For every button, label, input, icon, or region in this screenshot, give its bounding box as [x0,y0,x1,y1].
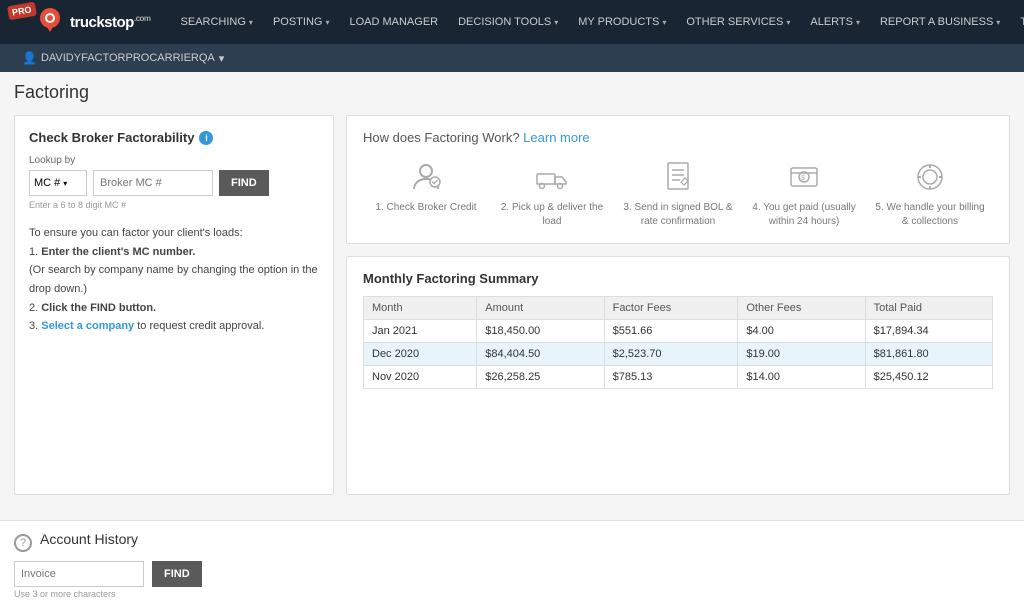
user-icon: 👤 [22,51,37,65]
deliver-load-icon [535,159,569,195]
svg-text:$: $ [801,175,805,182]
how-factoring-works-panel: How does Factoring Work? Learn more [346,115,1010,244]
step-2: 2. Pick up & deliver the load [497,159,607,229]
cell-factor-fees: $2,523.70 [604,343,738,366]
chevron-down-icon: ▾ [63,179,67,188]
nav-item-community[interactable]: TRUCKSTOP COMMUNITY [1010,0,1024,44]
col-amount: Amount [477,297,604,320]
chevron-down-icon: ▾ [219,52,225,65]
step-5: 5. We handle your billing & collections [875,159,985,229]
cell-amount: $18,450.00 [477,320,604,343]
truckstop-logo-icon [34,6,66,38]
learn-more-link[interactable]: Learn more [523,130,589,145]
find-invoice-button[interactable]: FIND [152,561,202,587]
nav-item-load-manager[interactable]: LOAD MANAGER [339,0,448,44]
monthly-summary-title: Monthly Factoring Summary [363,271,993,286]
second-navigation: 👤 DAVIDYFACTORPROCARRIERQA ▾ [0,44,1024,72]
chevron-down-icon: ▾ [662,18,666,27]
page-title: Factoring [14,82,1010,103]
cell-month: Nov 2020 [364,366,477,389]
cell-other-fees: $4.00 [738,320,865,343]
nav-item-searching[interactable]: SEARCHING▾ [171,0,263,44]
cell-factor-fees: $551.66 [604,320,738,343]
cell-amount: $84,404.50 [477,343,604,366]
logo-text: truckstop.com [70,14,151,31]
table-row: Jan 2021 $18,450.00 $551.66 $4.00 $17,89… [364,320,993,343]
lookup-row: MC # ▾ FIND [29,170,319,196]
account-history-row: FIND [14,561,1010,587]
lookup-label: Lookup by [29,155,319,166]
info-icon[interactable]: i [199,131,213,145]
mc-hint: Enter a 6 to 8 digit MC # [29,200,319,210]
account-history-title: Account History [40,531,138,547]
chevron-down-icon: ▾ [249,18,253,27]
col-other-fees: Other Fees [738,297,865,320]
step-3-label: 3. Send in signed BOL & rate confirmatio… [623,201,733,229]
cell-total-paid: $81,861.80 [865,343,992,366]
table-row: Nov 2020 $26,258.25 $785.13 $14.00 $25,4… [364,366,993,389]
check-broker-title: Check Broker Factorability i [29,130,319,145]
cell-other-fees: $14.00 [738,366,865,389]
col-month: Month [364,297,477,320]
invoice-hint: Use 3 or more characters [14,589,1010,599]
main-layout: Check Broker Factorability i Lookup by M… [14,115,1010,495]
cell-month: Dec 2020 [364,343,477,366]
check-broker-panel: Check Broker Factorability i Lookup by M… [14,115,334,495]
step-1-label: 1. Check Broker Credit [375,201,476,215]
mc-select-dropdown[interactable]: MC # ▾ [29,170,87,196]
user-account-nav[interactable]: 👤 DAVIDYFACTORPROCARRIERQA ▾ [14,51,232,65]
main-nav-menu: SEARCHING▾ POSTING▾ LOAD MANAGER DECISIO… [171,0,1024,44]
monthly-summary-panel: Monthly Factoring Summary Month Amount F… [346,256,1010,495]
cell-total-paid: $25,450.12 [865,366,992,389]
billing-collections-icon [913,159,947,195]
nav-item-my-products[interactable]: MY PRODUCTS▾ [568,0,676,44]
nav-item-decision-tools[interactable]: DECISION TOOLS▾ [448,0,568,44]
cell-month: Jan 2021 [364,320,477,343]
chevron-down-icon: ▾ [996,18,1000,27]
chevron-down-icon: ▾ [786,18,790,27]
right-panel: How does Factoring Work? Learn more [346,115,1010,495]
account-history-help-icon[interactable]: ? [14,534,32,552]
col-factor-fees: Factor Fees [604,297,738,320]
top-navigation: PRO truckstop.com SEARCHING▾ POSTING▾ LO… [0,0,1024,44]
invoice-search-input[interactable] [14,561,144,587]
step-2-label: 2. Pick up & deliver the load [497,201,607,229]
check-broker-credit-icon [409,159,443,195]
nav-item-report-business[interactable]: REPORT A BUSINESS▾ [870,0,1010,44]
nav-item-posting[interactable]: POSTING▾ [263,0,340,44]
cell-factor-fees: $785.13 [604,366,738,389]
get-paid-icon: $ [787,159,821,195]
nav-item-alerts[interactable]: ALERTS▾ [800,0,870,44]
step-3: 3. Send in signed BOL & rate confirmatio… [623,159,733,229]
chevron-down-icon: ▾ [554,18,558,27]
table-row: Dec 2020 $84,404.50 $2,523.70 $19.00 $81… [364,343,993,366]
step-5-label: 5. We handle your billing & collections [875,201,985,229]
cell-total-paid: $17,894.34 [865,320,992,343]
chevron-down-icon: ▾ [325,18,329,27]
cell-amount: $26,258.25 [477,366,604,389]
username-label: DAVIDYFACTORPROCARRIERQA [41,52,215,64]
send-bol-icon [661,159,695,195]
find-broker-button[interactable]: FIND [219,170,269,196]
page-content: Factoring Check Broker Factorability i L… [0,72,1024,520]
step-4: $ 4. You get paid (usually within 24 hou… [749,159,859,229]
account-history-section: ? Account History FIND Use 3 or more cha… [0,520,1024,609]
step-1: 1. Check Broker Credit [371,159,481,215]
broker-instructions: To ensure you can factor your client's l… [29,224,319,336]
how-works-title: How does Factoring Work? Learn more [363,130,993,145]
cell-other-fees: $19.00 [738,343,865,366]
col-total-paid: Total Paid [865,297,992,320]
summary-table: Month Amount Factor Fees Other Fees Tota… [363,296,993,389]
broker-mc-input[interactable] [93,170,213,196]
chevron-down-icon: ▾ [856,18,860,27]
step-4-label: 4. You get paid (usually within 24 hours… [749,201,859,229]
factoring-steps: 1. Check Broker Credit 2. Pick [363,159,993,229]
nav-item-other-services[interactable]: OTHER SERVICES▾ [676,0,800,44]
